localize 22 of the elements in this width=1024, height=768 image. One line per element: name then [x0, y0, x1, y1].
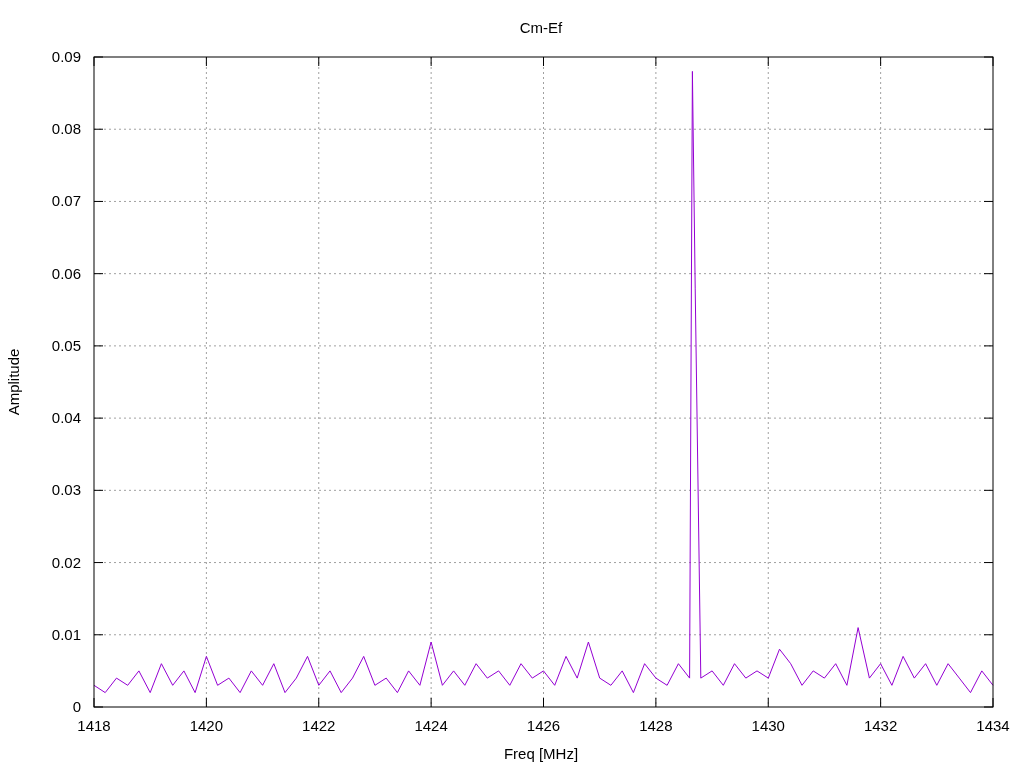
tick-label: 1430 [751, 717, 785, 734]
y-axis-label: Amplitude [5, 348, 22, 416]
tick-label: 1424 [414, 717, 448, 734]
tick-label: 0.07 [51, 192, 81, 210]
tick-label: 0.08 [51, 120, 81, 138]
tick-label: 0.02 [51, 553, 81, 571]
tick-label: 0 [72, 698, 81, 715]
tick-label: 0.06 [51, 264, 81, 282]
tick-label: 1422 [302, 717, 336, 734]
chart-title: Cm-Ef [519, 19, 563, 36]
tick-label: 0.01 [51, 625, 81, 643]
tick-label: 0.03 [51, 481, 81, 499]
tick-label: 1428 [639, 717, 673, 734]
tick-label: 0.04 [51, 409, 81, 427]
x-axis-label: Freq [MHz] [503, 745, 579, 762]
tick-label: 1420 [189, 717, 224, 734]
tick-label: 1418 [77, 717, 111, 734]
tick-label: 0.09 [51, 48, 81, 65]
tick-label: 0.05 [51, 336, 81, 354]
tick-label: 1426 [526, 717, 561, 734]
tick-label: 1432 [863, 717, 898, 734]
tick-label: 1434 [976, 717, 1010, 734]
